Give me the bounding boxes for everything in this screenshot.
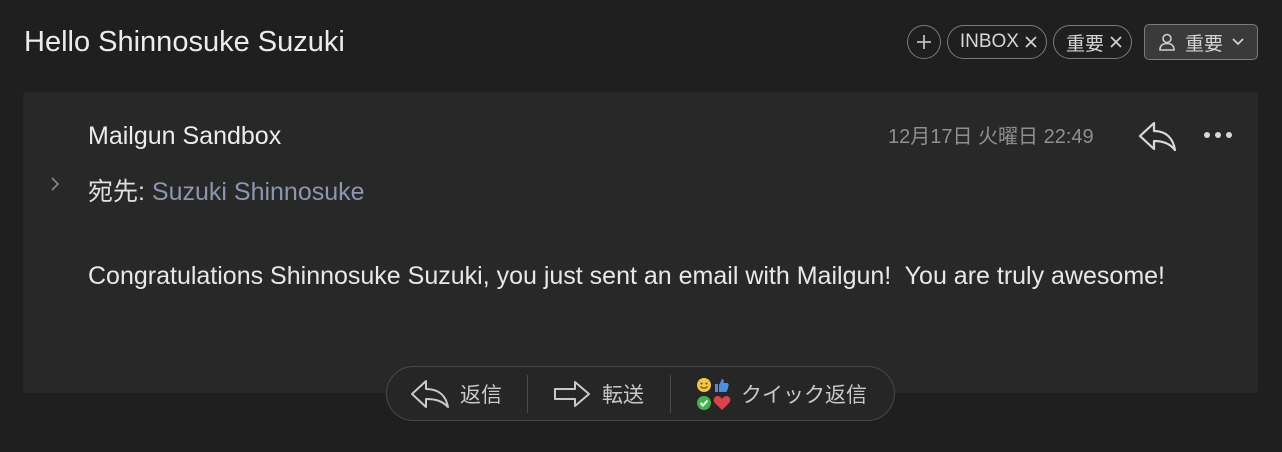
user-icon bbox=[1159, 33, 1175, 51]
more-icon[interactable] bbox=[1203, 128, 1233, 142]
reply-icon[interactable] bbox=[1136, 120, 1178, 152]
label-chip-text: INBOX bbox=[959, 31, 1019, 52]
close-icon[interactable] bbox=[1109, 35, 1123, 49]
sender-name[interactable]: Mailgun Sandbox bbox=[88, 122, 281, 151]
label-dropdown-button[interactable]: 重要 bbox=[1143, 24, 1258, 60]
label-chips: INBOX 重要 重要 bbox=[906, 24, 1258, 60]
add-label-icon bbox=[916, 35, 931, 49]
expand-icon[interactable] bbox=[49, 176, 61, 192]
quick-reply-label: クイック返信 bbox=[741, 383, 867, 407]
message-card: Mailgun Sandbox 12月17日 火曜日 22:49 宛先: Suz… bbox=[23, 92, 1258, 393]
chevron-down-icon bbox=[1232, 38, 1244, 46]
forward-label: 転送 bbox=[602, 383, 644, 407]
thread-header: Hello Shinnosuke Suzuki INBOX 重要 重要 bbox=[0, 0, 1282, 88]
add-label-button[interactable] bbox=[906, 25, 941, 59]
label-dropdown-text: 重要 bbox=[1184, 33, 1223, 55]
forward-button[interactable]: 転送 bbox=[528, 367, 670, 420]
forward-icon bbox=[554, 380, 590, 407]
label-chip-important[interactable]: 重要 bbox=[1052, 25, 1132, 59]
reply-icon bbox=[411, 379, 449, 408]
recipient-row: 宛先: Suzuki Shinnosuke bbox=[88, 172, 365, 208]
quick-reply-button[interactable]: クイック返信 bbox=[671, 367, 867, 420]
message-date: 12月17日 火曜日 22:49 bbox=[888, 126, 1094, 148]
reply-label: 返信 bbox=[460, 383, 502, 407]
quick-reply-emoji-icon bbox=[697, 377, 731, 410]
reply-button[interactable]: 返信 bbox=[387, 367, 527, 420]
label-chip-text: 重要 bbox=[1065, 33, 1104, 55]
message-body: Congratulations Shinnosuke Suzuki, you j… bbox=[88, 262, 1165, 290]
recipient-label: 宛先: bbox=[88, 178, 145, 206]
thread-subject: Hello Shinnosuke Suzuki bbox=[24, 26, 345, 58]
quick-action-bar: 返信 転送 クイック返信 bbox=[386, 366, 895, 421]
recipient-name[interactable]: Suzuki Shinnosuke bbox=[152, 178, 365, 206]
label-chip-inbox[interactable]: INBOX bbox=[946, 25, 1047, 59]
close-icon[interactable] bbox=[1024, 35, 1038, 49]
